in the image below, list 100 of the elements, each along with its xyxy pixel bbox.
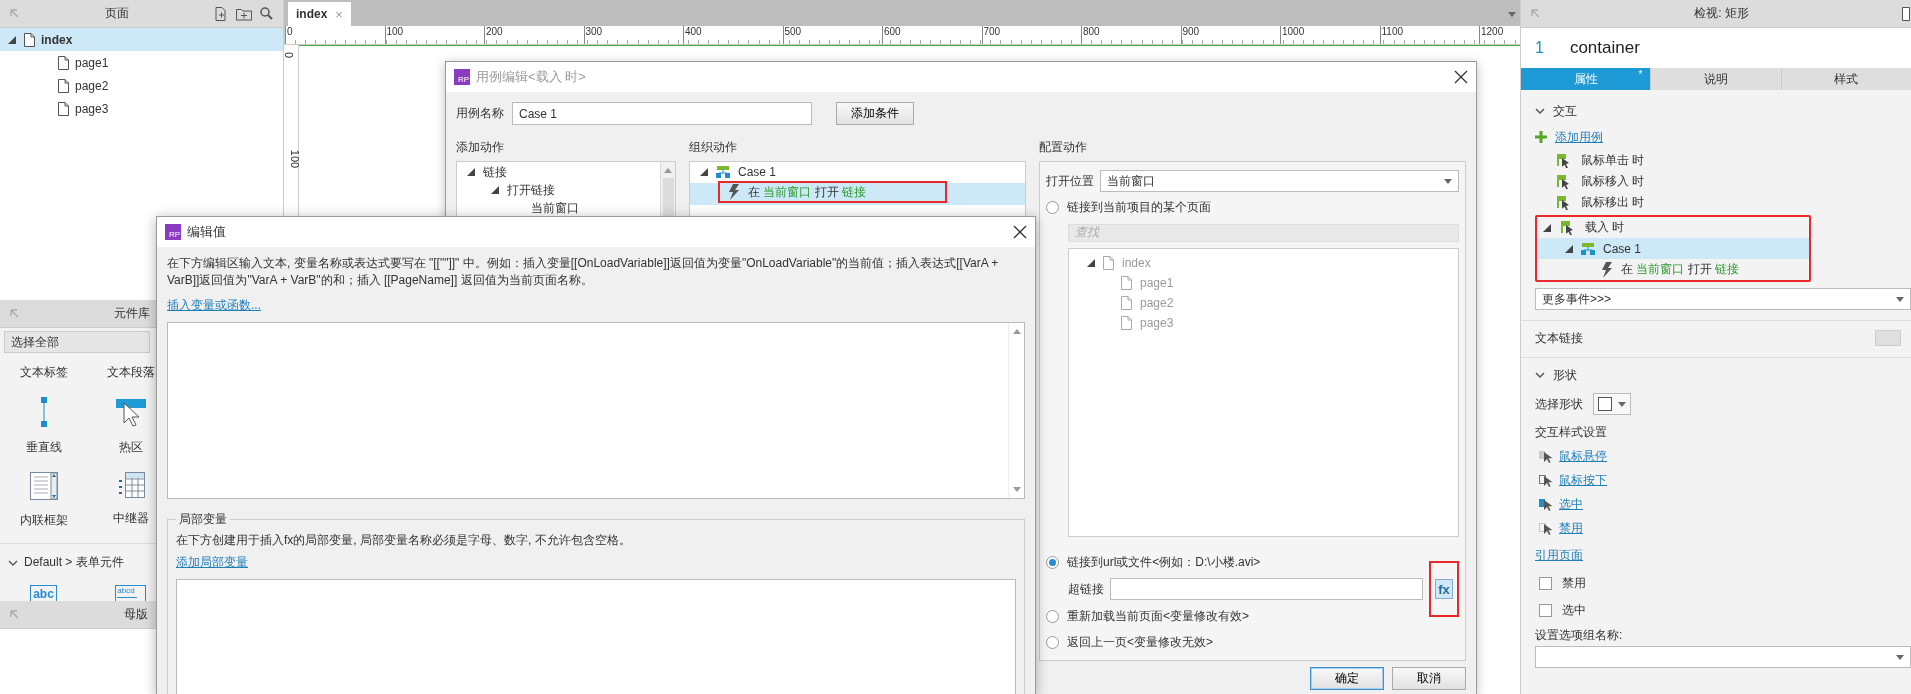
style-link[interactable]: 鼠标悬停 — [1559, 447, 1607, 465]
expander-icon[interactable] — [491, 186, 499, 194]
checkbox-label: 选中 — [1562, 602, 1586, 619]
scroll-up-icon[interactable] — [664, 168, 672, 173]
radio-button[interactable] — [1046, 556, 1059, 570]
widget-name: container — [1569, 38, 1640, 58]
column-title: 配置动作 — [1039, 139, 1088, 155]
page-tree-item[interactable]: page2 — [0, 74, 283, 97]
checkbox[interactable] — [1539, 577, 1552, 590]
chevron-down-icon[interactable] — [1535, 106, 1545, 116]
radio-label: 链接到当前项目的某个页面 — [1067, 199, 1211, 217]
group-title: Default > 表单元件 — [24, 554, 124, 571]
caret-icon[interactable] — [1896, 296, 1904, 302]
panel-title: 母版 — [124, 606, 148, 623]
add-variable-link[interactable]: 添加局部变量 — [176, 555, 248, 569]
add-page-icon[interactable] — [214, 6, 228, 21]
radio-button[interactable] — [1046, 635, 1059, 649]
hint-text: 在下方创建用于插入fx的局部变量, 局部变量名称必须是字母、数字, 不允许包含空格。 — [176, 532, 632, 549]
page-tree-item[interactable]: page3 — [0, 97, 283, 120]
window-title: 编辑值 — [187, 223, 227, 241]
page-icon — [1121, 295, 1132, 310]
widget-label: 文本段落 — [106, 364, 155, 381]
flowchart-icon — [1581, 242, 1595, 255]
more-events-dropdown[interactable]: 更多事件>>> — [1535, 288, 1911, 310]
page-icon — [1902, 6, 1911, 21]
ruler-label: 800 — [1081, 26, 1181, 44]
caret-icon[interactable] — [1896, 654, 1904, 660]
caret-icon[interactable] — [1508, 12, 1516, 17]
flowchart-icon — [716, 166, 730, 178]
cursor-icon — [1539, 521, 1553, 535]
flag-cursor-icon — [1557, 174, 1571, 189]
inspector-tab[interactable]: 样式 — [1781, 68, 1911, 90]
event-label[interactable]: 鼠标移出 时 — [1581, 194, 1645, 211]
option-group-field[interactable] — [1535, 646, 1911, 668]
expander-icon[interactable] — [8, 35, 16, 44]
case-row[interactable]: Case 1 — [1537, 238, 1809, 259]
lightning-icon — [1601, 261, 1613, 278]
add-condition-button[interactable]: 添加条件 — [836, 102, 914, 125]
inspector-tab[interactable]: 说明 — [1651, 68, 1781, 90]
case-name-field[interactable]: Case 1 — [512, 102, 812, 125]
expander-icon[interactable] — [700, 168, 708, 176]
ruler-label: 1000 — [1280, 26, 1380, 44]
page-tree-item[interactable]: page1 — [0, 51, 283, 74]
ruler-label: 0 — [284, 51, 296, 59]
style-link[interactable]: 选中 — [1559, 495, 1583, 513]
close-icon[interactable] — [1013, 225, 1027, 239]
function-button[interactable]: fx — [1435, 579, 1453, 600]
close-icon[interactable] — [1454, 70, 1468, 84]
ruler-label: 900 — [1180, 26, 1280, 44]
event-label[interactable]: 鼠标移入 时 — [1581, 173, 1645, 190]
add-folder-icon[interactable] — [236, 6, 252, 21]
expander-icon[interactable] — [1543, 223, 1551, 232]
hyperlink-field[interactable] — [1110, 578, 1423, 601]
scroll-down-icon[interactable] — [1012, 487, 1021, 492]
checkbox[interactable] — [1539, 604, 1552, 617]
app-logo: RP — [165, 224, 181, 240]
inline-frame-icon — [29, 472, 58, 500]
column-title: 组织动作 — [689, 139, 738, 155]
ruler-label: 1100 — [1379, 26, 1479, 44]
widget-label: 热区 — [118, 439, 143, 456]
action-tree-item[interactable]: 当前窗口 — [531, 199, 579, 217]
caret-icon[interactable] — [1618, 401, 1626, 407]
event-label[interactable]: 载入 时 — [1585, 219, 1625, 236]
page-tree-item[interactable]: index — [0, 28, 283, 51]
radio-button[interactable] — [1046, 201, 1059, 215]
panel-title: 检视: 矩形 — [1693, 5, 1750, 22]
scrollbar[interactable] — [660, 162, 675, 217]
event-label[interactable]: 鼠标单击 时 — [1581, 152, 1645, 169]
radio-button[interactable] — [1046, 609, 1059, 623]
plus-icon[interactable] — [1535, 131, 1547, 143]
widget-label: 垂直线 — [25, 439, 62, 456]
ruler-label: 100 — [384, 26, 484, 44]
column-title: 添加动作 — [456, 139, 505, 155]
search-icon[interactable] — [260, 7, 273, 20]
document-tab[interactable]: index × — [288, 2, 351, 26]
expander-icon[interactable] — [467, 168, 475, 176]
action-tree-item[interactable]: 打开链接 — [507, 181, 555, 199]
action-tree-item[interactable]: 链接 — [483, 163, 507, 181]
text-area-widget: abcd — [115, 585, 146, 601]
filter-dropdown[interactable]: 选择全部 — [4, 331, 150, 353]
widget-label: 内联框架 — [19, 512, 68, 529]
dialog-button[interactable]: 取消 — [1392, 667, 1466, 690]
caret-icon[interactable] — [1444, 178, 1452, 184]
widget-index: 1 — [1535, 39, 1544, 57]
ruler-label: 500 — [782, 26, 882, 44]
expander-icon[interactable] — [1565, 244, 1573, 253]
insert-variable-link[interactable]: 插入变量或函数... — [167, 298, 261, 312]
scroll-up-icon[interactable] — [1012, 329, 1021, 334]
style-link[interactable]: 禁用 — [1559, 519, 1583, 537]
chevron-down-icon[interactable] — [1535, 370, 1545, 380]
open-in-dropdown[interactable]: 当前窗口 — [1100, 170, 1459, 192]
reference-page-link[interactable]: 引用页面 — [1535, 546, 1583, 564]
add-case-link[interactable]: 添加用例 — [1555, 128, 1603, 146]
page-icon — [58, 78, 69, 93]
shape-dropdown[interactable] — [1593, 393, 1631, 415]
page-icon — [1103, 255, 1114, 270]
expander-icon[interactable] — [1087, 258, 1095, 267]
ruler-label: 400 — [683, 26, 783, 44]
dialog-button[interactable]: 确定 — [1310, 667, 1384, 690]
style-link[interactable]: 鼠标按下 — [1559, 471, 1607, 489]
